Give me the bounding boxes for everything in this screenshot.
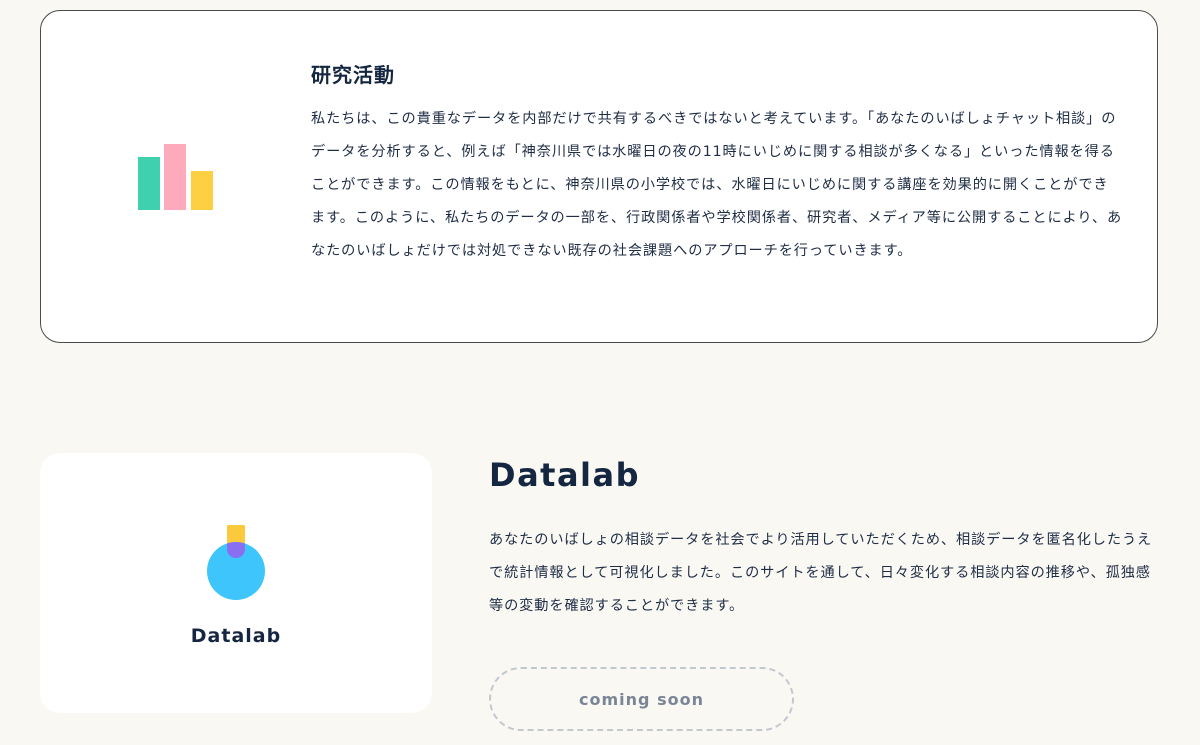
datalab-title: Datalab xyxy=(489,456,641,494)
bar-chart-icon xyxy=(138,144,213,210)
research-description: 私たちは、この貴重なデータを内部だけで共有するべきではないと考えています。「あな… xyxy=(311,111,1123,259)
page: 研究活動 私たちは、この貴重なデータを内部だけで共有するべきではないと考えていま… xyxy=(0,0,1200,745)
datalab-card-label: Datalab xyxy=(190,625,282,647)
datalab-description: あなたのいばしょの相談データを社会でより活用していただくため、相談データを匿名化… xyxy=(489,532,1153,614)
bar-chart-bar-pink xyxy=(164,144,186,210)
bar-chart-bar-green xyxy=(138,157,160,210)
bar-chart-bar-yellow xyxy=(191,171,213,210)
research-title: 研究活動 xyxy=(311,63,395,87)
datalab-card: Datalab xyxy=(40,453,432,713)
coming-soon-button[interactable]: coming soon xyxy=(489,667,794,731)
research-card: 研究活動 私たちは、この貴重なデータを内部だけで共有するべきではないと考えていま… xyxy=(40,10,1158,343)
flask-icon xyxy=(207,525,265,600)
